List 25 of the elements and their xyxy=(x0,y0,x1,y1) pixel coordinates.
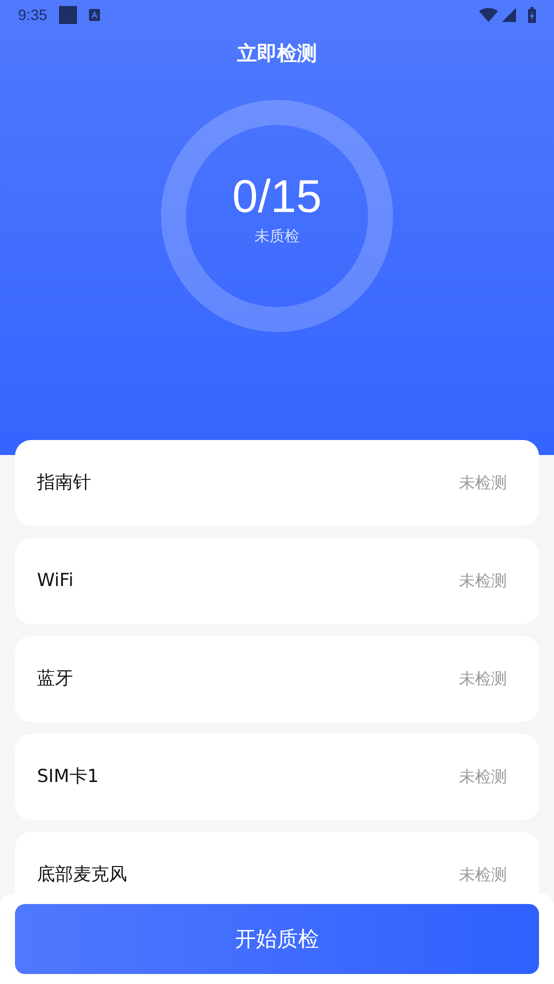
item-status: 未检测 xyxy=(459,472,507,494)
check-item-card[interactable]: 蓝牙 未检测 xyxy=(15,636,539,722)
check-item-card[interactable]: 指南针 未检测 xyxy=(15,440,539,526)
item-status: 未检测 xyxy=(459,570,507,592)
item-name: SIM卡1 xyxy=(37,765,99,789)
check-count: 0/15 xyxy=(232,172,322,218)
status-time: 9:35 xyxy=(18,6,48,24)
signal-icon xyxy=(502,8,516,22)
square-icon xyxy=(59,6,78,24)
page-title: 立即检测 xyxy=(237,40,317,67)
wifi-icon xyxy=(479,8,498,22)
item-name: 指南针 xyxy=(37,471,91,495)
check-item-card[interactable]: WiFi 未检测 xyxy=(15,538,539,624)
keyboard-icon xyxy=(89,9,100,21)
battery-icon xyxy=(528,7,536,23)
check-item-card[interactable]: SIM卡1 未检测 xyxy=(15,734,539,820)
item-name: 蓝牙 xyxy=(37,667,73,691)
item-name: WiFi xyxy=(37,569,74,593)
check-item-card[interactable]: 底部麦克风 未检测 xyxy=(15,832,539,894)
item-status: 未检测 xyxy=(459,668,507,690)
check-caption: 未质检 xyxy=(254,226,300,246)
item-status: 未检测 xyxy=(459,766,507,788)
item-status: 未检测 xyxy=(459,864,507,886)
item-name: 底部麦克风 xyxy=(37,863,127,887)
start-check-button[interactable]: 开始质检 xyxy=(15,904,539,974)
